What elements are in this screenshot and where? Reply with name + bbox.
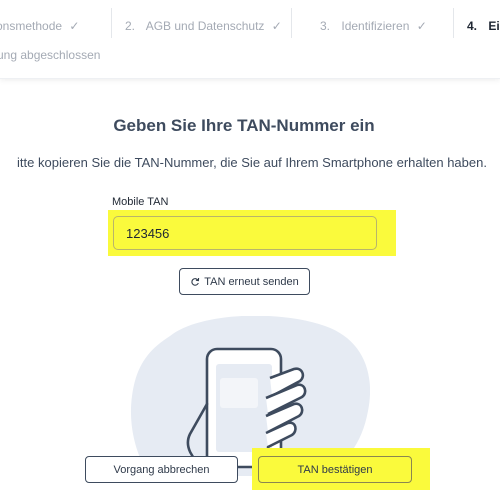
phone-screen-card [220, 378, 258, 408]
page-title: Geben Sie Ihre TAN-Nummer ein [113, 116, 375, 135]
step-2[interactable]: 2. AGB und Datenschutz ✓ [125, 16, 282, 36]
step-4-number: 4. [467, 19, 478, 33]
refresh-icon [191, 277, 200, 286]
tan-input[interactable] [113, 216, 377, 250]
step-3-label: Identifizieren [341, 19, 410, 33]
step-2-label: AGB und Datenschutz [145, 19, 265, 33]
progress-stepper: onsmethode ✓ 2. AGB und Datenschutz ✓ 3.… [0, 0, 500, 79]
step-4-active[interactable]: 4. Eir [467, 16, 500, 36]
step-3-number: 3. [320, 19, 331, 33]
step-2-number: 2. [125, 19, 136, 33]
step-3[interactable]: 3. Identifizieren ✓ [320, 16, 427, 36]
step-subtitle: ung abgeschlossen [0, 48, 101, 62]
step-1[interactable]: onsmethode ✓ [0, 16, 79, 36]
confirm-tan-button[interactable]: TAN bestätigen [258, 456, 412, 483]
cancel-process-button[interactable]: Vorgang abbrechen [85, 456, 238, 483]
step-divider [291, 8, 292, 38]
step-divider [111, 8, 112, 38]
step-4-label: Eir [488, 19, 500, 33]
resend-tan-button[interactable]: TAN erneut senden [179, 268, 310, 295]
resend-tan-label: TAN erneut senden [204, 275, 299, 288]
instruction-text: itte kopieren Sie die TAN-Nummer, die Si… [17, 155, 487, 170]
step-1-label: onsmethode [0, 19, 63, 33]
step-divider [453, 8, 454, 38]
check-icon: ✓ [416, 19, 427, 33]
check-icon: ✓ [69, 19, 80, 33]
check-icon: ✓ [271, 19, 282, 33]
tan-entry-page: onsmethode ✓ 2. AGB und Datenschutz ✓ 3.… [0, 0, 500, 500]
tan-field-label: Mobile TAN [112, 196, 169, 208]
